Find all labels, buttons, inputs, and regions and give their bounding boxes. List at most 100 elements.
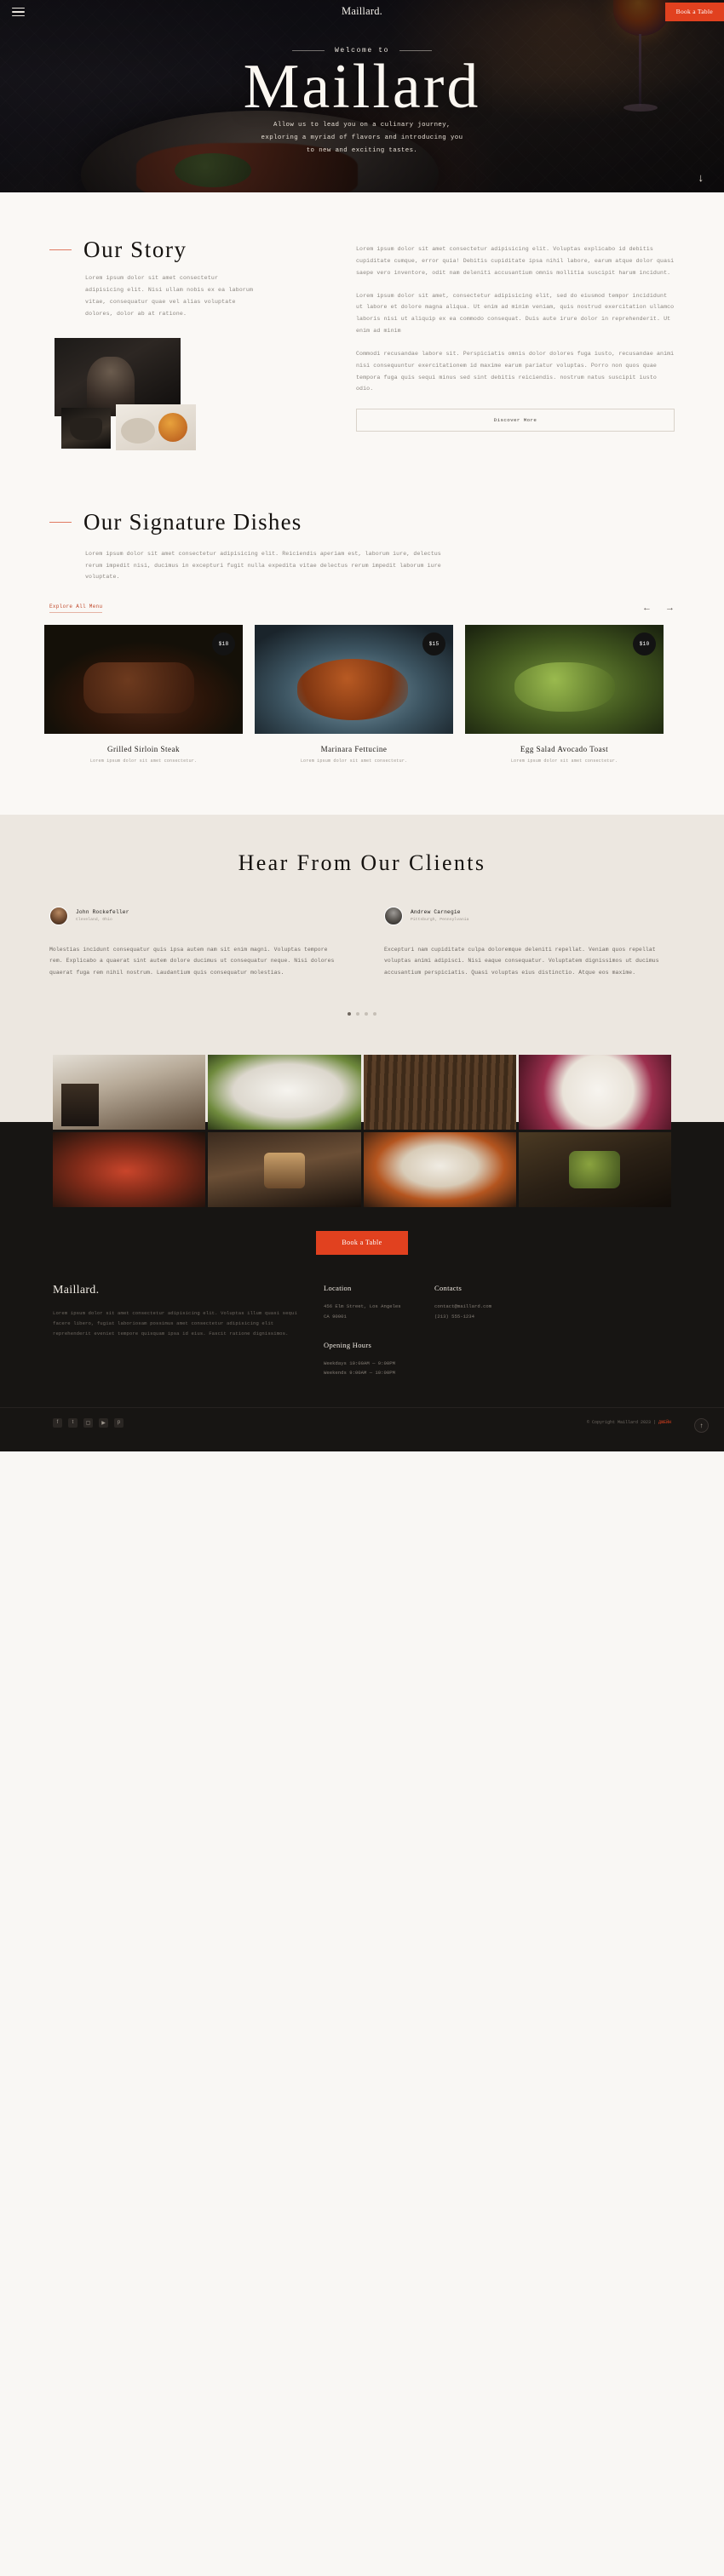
story-paragraph-3: Commodi recusandae labore sit. Perspicia… (356, 350, 675, 392)
footer-location-column: Location 456 Elm Street, Los Angeles CA … (324, 1284, 409, 1378)
facebook-icon[interactable]: f (53, 1417, 62, 1428)
price-badge: $10 (633, 632, 656, 655)
dish-card-list: $18 Grilled Sirloin Steak Lorem ipsum do… (0, 624, 724, 764)
brand-logo[interactable]: Maillard. (342, 5, 382, 18)
story-right-column: Lorem ipsum dolor sit amet consectetur a… (356, 237, 675, 450)
footer-contact-email[interactable]: contact@maillard.com (434, 1302, 554, 1312)
white-plate-salad-image[interactable] (208, 1055, 361, 1131)
testimonials-section: Hear From Our Clients John Rockefeller C… (0, 814, 724, 1056)
berry-dessert-image[interactable] (518, 1055, 671, 1131)
footer-contact-phone[interactable]: (213) 555-1234 (434, 1312, 554, 1322)
footer-contacts-column: Contacts contact@maillard.com (213) 555-… (434, 1284, 554, 1378)
restaurant-interior-image[interactable] (53, 1055, 206, 1131)
back-to-top-button[interactable]: ↑ (694, 1417, 709, 1433)
testimonial-item: Andrew Carnegie Pittsburgh, Pennsylvania… (384, 906, 675, 978)
dishes-controls: Explore All Menu ← → (0, 603, 724, 613)
dish-subtitle: Lorem ipsum dolor sit amet consectetur. (89, 758, 198, 764)
price-badge: $15 (422, 632, 445, 655)
book-a-table-button[interactable]: Book a Table (664, 3, 724, 21)
instagram-icon[interactable]: ▢ (83, 1417, 93, 1428)
carousel-arrows: ← → (642, 603, 675, 613)
arrow-left-icon[interactable]: ← (642, 603, 652, 613)
arrow-right-icon[interactable]: → (665, 603, 675, 613)
price-badge: $18 (212, 632, 235, 655)
page-root: Maillard. Book a Table Welcome to Mailla… (0, 0, 724, 1451)
testimonial-list: John Rockefeller Cleveland, Ohio Molesti… (49, 906, 675, 978)
testimonial-location: Pittsburgh, Pennsylvania (411, 918, 469, 923)
heading-dash-decor (49, 249, 72, 250)
plated-dish-image (116, 404, 196, 451)
youtube-icon[interactable]: ▶ (99, 1417, 108, 1428)
footer-columns: Maillard. Lorem ipsum dolor sit amet con… (0, 1284, 724, 1378)
explore-all-menu-link[interactable]: Explore All Menu (49, 604, 103, 613)
copyright-prefix: © Copyright Maillard 2023 | (586, 1420, 658, 1426)
footer-bottom-bar: f t ▢ ▶ p © Copyright Maillard 2023 | ДЖ… (0, 1406, 724, 1428)
hero-title: Maillard (243, 52, 481, 122)
dish-name: Egg Salad Avocado Toast (520, 744, 609, 753)
testimonial-body: Molestias incidunt consequatur quis ipsa… (49, 946, 335, 976)
testimonial-name: Andrew Carnegie (411, 909, 461, 916)
story-left-column: Our Story Lorem ipsum dolor sit amet con… (49, 237, 330, 451)
footer-brand-logo[interactable]: Maillard. (53, 1284, 298, 1297)
carousel-dot[interactable] (356, 1012, 359, 1016)
dish-card[interactable]: $18 Grilled Sirloin Steak Lorem ipsum do… (44, 624, 243, 764)
red-pasta-image[interactable] (53, 1132, 206, 1208)
story-heading-row: Our Story (49, 237, 330, 263)
carousel-dot[interactable] (373, 1012, 376, 1016)
dish-name: Marinara Fettucine (320, 744, 388, 753)
salmon-dish-image[interactable] (363, 1132, 516, 1208)
footer-hours-line-1: Weekdays 10:00AM — 9:00PM (324, 1360, 395, 1366)
dish-card[interactable]: $15 Marinara Fettucine Lorem ipsum dolor… (255, 624, 453, 764)
avatar (384, 906, 403, 925)
twitter-icon[interactable]: t (68, 1417, 78, 1428)
gallery-section (0, 1055, 724, 1208)
story-paragraph-2: Lorem ipsum dolor sit amet, consectetur … (356, 292, 675, 335)
carousel-dot[interactable] (365, 1012, 368, 1016)
dark-bowl-image (61, 408, 111, 449)
carousel-dot[interactable] (348, 1012, 351, 1016)
pinterest-icon[interactable]: p (114, 1417, 124, 1428)
top-navbar: Maillard. Book a Table (0, 0, 724, 24)
testimonial-body: Excepturi nam cupiditate culpa doloremqu… (384, 946, 659, 976)
testimonial-location: Cleveland, Ohio (76, 918, 112, 923)
dish-image: $15 (255, 624, 453, 734)
testimonial-name: John Rockefeller (76, 909, 129, 916)
story-image-collage (55, 338, 256, 451)
hero-description: Allow us to lead you on a culinary journ… (261, 122, 463, 155)
cta-area: Book a Table (0, 1207, 724, 1284)
dishes-title: Our Signature Dishes (83, 509, 302, 535)
footer-contacts-heading: Contacts (434, 1284, 463, 1293)
dish-card[interactable]: $10 Egg Salad Avocado Toast Lorem ipsum … (465, 624, 664, 764)
footer-brand-column: Maillard. Lorem ipsum dolor sit amet con… (53, 1284, 298, 1378)
footer-location-line-1: 456 Elm Street, Los Angeles (324, 1303, 401, 1310)
copyright-text: © Copyright Maillard 2023 | ДЖЕЙН (587, 1420, 671, 1425)
footer-location-heading: Location (324, 1284, 352, 1293)
dish-image: $18 (44, 624, 243, 734)
footer-hours-line-2: Weekends 9:00AM — 10:00PM (324, 1370, 395, 1377)
dish-subtitle: Lorem ipsum dolor sit amet consectetur. (300, 758, 408, 764)
dish-subtitle: Lorem ipsum dolor sit amet consectetur. (510, 758, 618, 764)
cta-book-a-table-button[interactable]: Book a Table (316, 1231, 408, 1256)
social-links: f t ▢ ▶ p (53, 1417, 124, 1428)
avocado-grill-image[interactable] (518, 1132, 671, 1208)
gallery-grid (0, 1055, 724, 1208)
hero-section: Maillard. Book a Table Welcome to Mailla… (0, 0, 724, 192)
signature-dishes-section: Our Signature Dishes Lorem ipsum dolor s… (0, 484, 724, 815)
dish-image: $10 (465, 624, 664, 734)
scroll-down-arrow-icon[interactable]: ↓ (698, 172, 704, 183)
footer-section: Book a Table Maillard. Lorem ipsum dolor… (0, 1207, 724, 1451)
story-title: Our Story (83, 237, 187, 262)
copyright-brand: ДЖЕЙН (658, 1420, 671, 1426)
discover-more-button[interactable]: Discover More (356, 409, 675, 432)
our-story-section: Our Story Lorem ipsum dolor sit amet con… (0, 192, 724, 485)
dish-name: Grilled Sirloin Steak (107, 744, 180, 753)
heading-dash-decor (49, 522, 72, 524)
hamburger-menu-icon[interactable] (12, 7, 25, 17)
footer-description: Lorem ipsum dolor sit amet consectetur a… (53, 1310, 297, 1337)
layered-dessert-image[interactable] (208, 1132, 361, 1208)
story-intro-text: Lorem ipsum dolor sit amet consectetur a… (85, 275, 254, 317)
story-paragraph-1: Lorem ipsum dolor sit amet consectetur a… (356, 246, 675, 276)
testimonials-title: Hear From Our Clients (238, 850, 486, 875)
dishes-description: Lorem ipsum dolor sit amet consectetur a… (85, 551, 441, 581)
wood-panel-image[interactable] (363, 1055, 516, 1131)
